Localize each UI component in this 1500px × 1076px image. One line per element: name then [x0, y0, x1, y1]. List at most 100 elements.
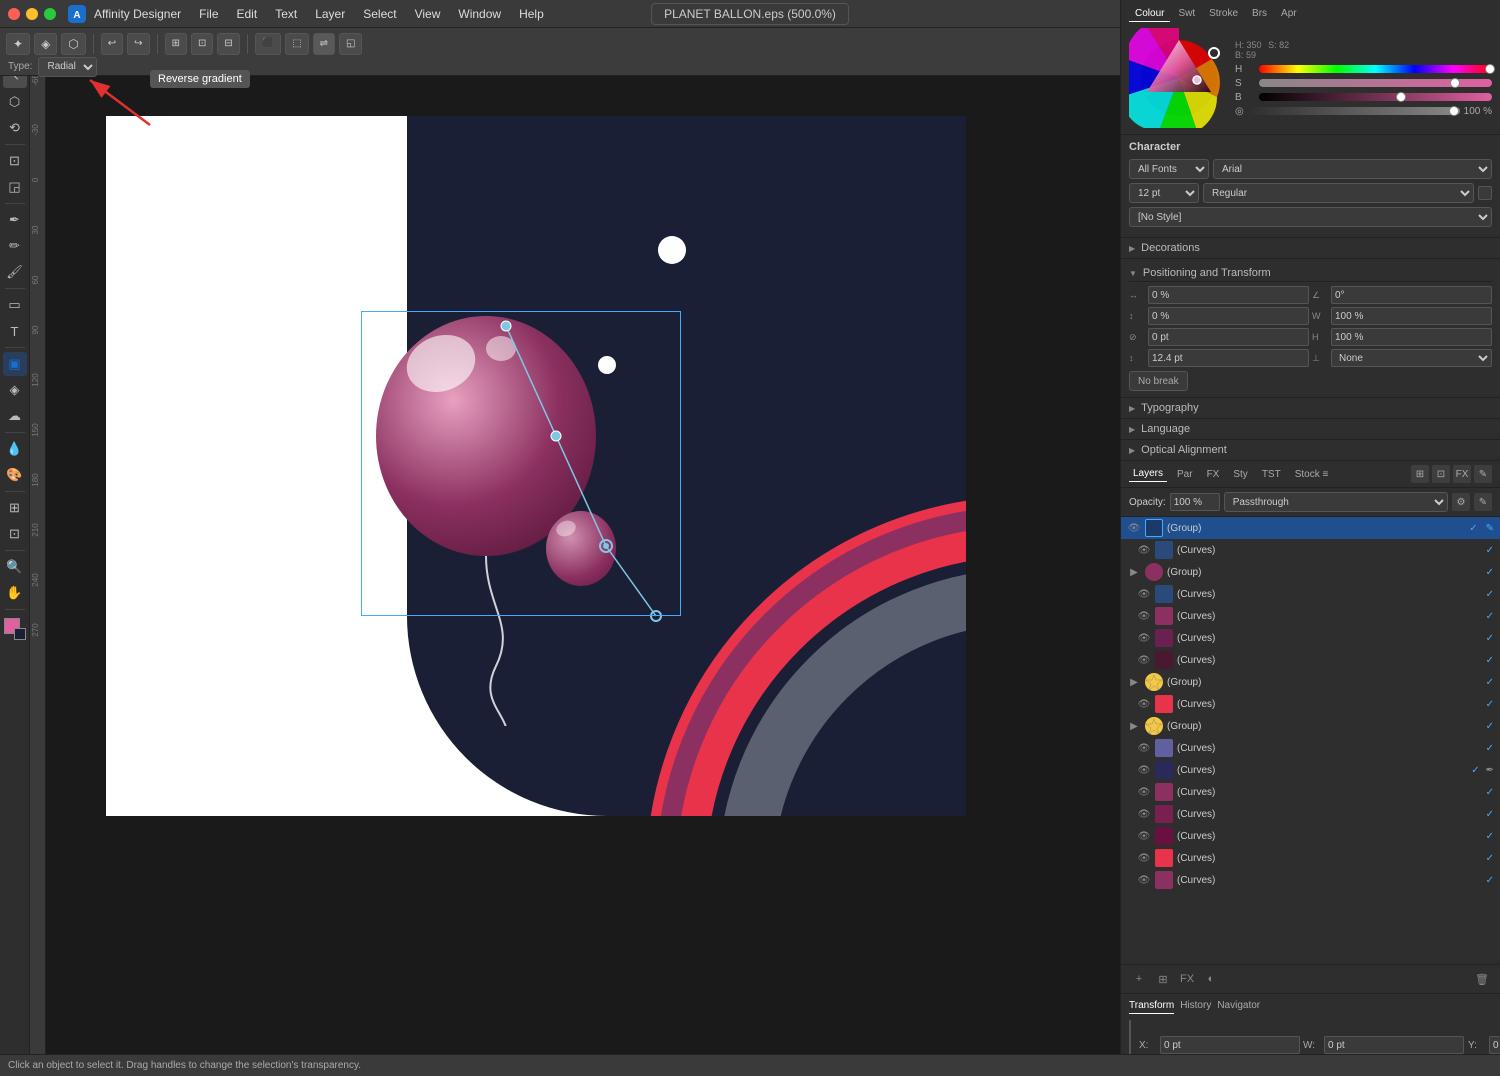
- tool-frame[interactable]: ⊡: [3, 522, 27, 546]
- tool-zoom[interactable]: 🔍: [3, 555, 27, 579]
- tool-node[interactable]: ⬡: [3, 90, 27, 114]
- layer-vis-3[interactable]: 👁: [1137, 587, 1151, 601]
- language-section[interactable]: ▶ Language: [1121, 419, 1500, 440]
- view-mode-btn[interactable]: ⊞: [165, 33, 187, 55]
- snap-btn[interactable]: ⊡: [191, 33, 213, 55]
- layer-item-5[interactable]: 👁 (Curves) ✓: [1121, 627, 1500, 649]
- layer-item-16[interactable]: 👁 (Curves) ✓: [1121, 869, 1500, 891]
- layer-item-12[interactable]: 👁 (Curves) ✓: [1121, 781, 1500, 803]
- b-slider[interactable]: [1259, 93, 1492, 101]
- tab-brs[interactable]: Brs: [1246, 6, 1273, 22]
- maximize-button[interactable]: [44, 8, 56, 20]
- mask-btn[interactable]: ◐: [1201, 969, 1221, 989]
- menu-affinity[interactable]: Affinity Designer: [86, 5, 189, 23]
- angle-input[interactable]: [1331, 286, 1492, 304]
- toolbar-persona-export[interactable]: ⬡: [61, 33, 85, 55]
- tool-crop[interactable]: ⊡: [3, 149, 27, 173]
- balloon-group[interactable]: [376, 316, 596, 556]
- leading-input[interactable]: [1148, 349, 1309, 367]
- tab-fx[interactable]: FX: [1203, 467, 1224, 482]
- delete-layer-btn[interactable]: 🗑: [1472, 969, 1492, 989]
- style-select[interactable]: [No Style]: [1129, 207, 1492, 227]
- tool-transform[interactable]: ⟲: [3, 116, 27, 140]
- menu-view[interactable]: View: [407, 5, 449, 23]
- gradient-tool-1[interactable]: ⬛: [255, 33, 281, 55]
- menu-edit[interactable]: Edit: [229, 5, 266, 23]
- tab-sty[interactable]: Sty: [1229, 467, 1251, 482]
- gradient-spread[interactable]: ◱: [339, 33, 362, 55]
- tx-input[interactable]: [1160, 1036, 1300, 1054]
- font-size-select[interactable]: 12 pt: [1129, 183, 1199, 203]
- tool-fill[interactable]: ▣: [3, 352, 27, 376]
- y-input[interactable]: [1148, 307, 1309, 325]
- layer-vis-11[interactable]: 👁: [1137, 763, 1151, 777]
- add-fx-btn[interactable]: FX: [1177, 969, 1197, 989]
- layer-vis-2[interactable]: ▶: [1127, 565, 1141, 579]
- tool-eyedropper[interactable]: 💧: [3, 437, 27, 461]
- tab-stock[interactable]: Stock ≡: [1291, 467, 1333, 482]
- tab-navigator[interactable]: Navigator: [1217, 1000, 1260, 1014]
- add-group-btn[interactable]: ⊞: [1153, 969, 1173, 989]
- height-input[interactable]: [1331, 328, 1492, 346]
- tab-transform[interactable]: Transform: [1129, 1000, 1174, 1014]
- layer-vis-12[interactable]: 👁: [1137, 785, 1151, 799]
- blend-mode-select[interactable]: Passthrough: [1224, 492, 1448, 512]
- layers-edit[interactable]: ✎: [1474, 493, 1492, 511]
- opacity-slider[interactable]: [1248, 107, 1460, 115]
- gradient-tool-2[interactable]: ⬚: [285, 33, 308, 55]
- layer-item-3[interactable]: 👁 (Curves) ✓: [1121, 583, 1500, 605]
- layers-fx-btn[interactable]: FX: [1453, 465, 1471, 483]
- tab-swt[interactable]: Swt: [1172, 6, 1201, 22]
- h-slider[interactable]: [1259, 65, 1492, 73]
- tool-pencil[interactable]: ✏: [3, 234, 27, 258]
- layer-vis-6[interactable]: 👁: [1137, 653, 1151, 667]
- width-input[interactable]: [1331, 307, 1492, 325]
- balloon-small[interactable]: [546, 511, 616, 586]
- layers-ctrl-4[interactable]: ✎: [1474, 465, 1492, 483]
- baseline-select[interactable]: None: [1331, 349, 1492, 367]
- tool-shapes[interactable]: ▭: [3, 293, 27, 317]
- close-button[interactable]: [8, 8, 20, 20]
- tool-corner[interactable]: ◲: [3, 175, 27, 199]
- layer-item-15[interactable]: 👁 (Curves) ✓: [1121, 847, 1500, 869]
- layer-item-1[interactable]: 👁 (Curves) ✓: [1121, 539, 1500, 561]
- layer-vis-13[interactable]: 👁: [1137, 807, 1151, 821]
- layer-vis-10[interactable]: 👁: [1137, 741, 1151, 755]
- layer-vis-5[interactable]: 👁: [1137, 631, 1151, 645]
- tw-input[interactable]: [1324, 1036, 1464, 1054]
- tool-hand[interactable]: ✋: [3, 581, 27, 605]
- undo-btn[interactable]: ↩: [101, 33, 123, 55]
- layers-settings[interactable]: ⚙: [1452, 493, 1470, 511]
- tab-stroke[interactable]: Stroke: [1203, 6, 1244, 22]
- background-color[interactable]: [14, 628, 26, 640]
- tab-apr[interactable]: Apr: [1275, 6, 1303, 22]
- tab-layers[interactable]: Layers: [1129, 466, 1167, 482]
- layer-vis-1[interactable]: 👁: [1137, 543, 1151, 557]
- layer-item-9[interactable]: ▶ (Group) ✓: [1121, 715, 1500, 737]
- layer-item-13[interactable]: 👁 (Curves) ✓: [1121, 803, 1500, 825]
- toolbar-persona-design[interactable]: ✦: [6, 33, 30, 55]
- layer-vis-4[interactable]: 👁: [1137, 609, 1151, 623]
- layer-vis-9[interactable]: ▶: [1127, 719, 1141, 733]
- align-btn[interactable]: ⊟: [217, 33, 239, 55]
- layer-vis-7[interactable]: ▶: [1127, 675, 1141, 689]
- ty-input[interactable]: [1489, 1036, 1500, 1054]
- tool-vector-brush[interactable]: 🖌: [3, 260, 27, 284]
- layer-item-8[interactable]: 👁 (Curves) ✓: [1121, 693, 1500, 715]
- tab-history[interactable]: History: [1180, 1000, 1211, 1014]
- optical-alignment-section[interactable]: ▶ Optical Alignment: [1121, 440, 1500, 461]
- tool-transparency[interactable]: ◈: [3, 378, 27, 402]
- layer-item-0[interactable]: 👁 (Group) ✓ ✎: [1121, 517, 1500, 539]
- layers-opacity-input[interactable]: [1170, 493, 1220, 511]
- layer-item-7[interactable]: ▶ (Group) ✓: [1121, 671, 1500, 693]
- font-style-select[interactable]: Regular: [1203, 183, 1474, 203]
- layer-vis-0[interactable]: 👁: [1127, 521, 1141, 535]
- toolbar-persona-pixel[interactable]: ◈: [34, 33, 57, 55]
- menu-window[interactable]: Window: [450, 5, 509, 23]
- font-filter-select[interactable]: All Fonts: [1129, 159, 1209, 179]
- tool-text[interactable]: T: [3, 319, 27, 343]
- minimize-button[interactable]: [26, 8, 38, 20]
- menu-file[interactable]: File: [191, 5, 226, 23]
- layer-vis-8[interactable]: 👁: [1137, 697, 1151, 711]
- layer-vis-16[interactable]: 👁: [1137, 873, 1151, 887]
